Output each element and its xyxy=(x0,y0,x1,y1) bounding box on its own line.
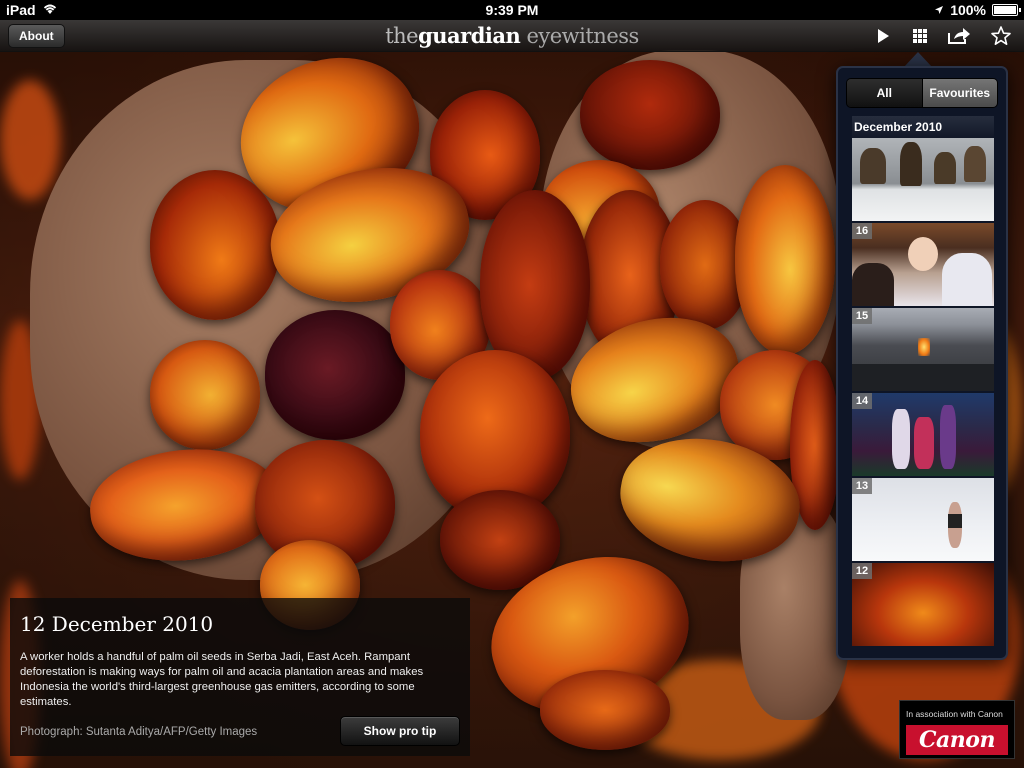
status-bar: iPad 9:39 PM 100% xyxy=(0,0,1024,20)
show-pro-tip-button[interactable]: Show pro tip xyxy=(340,716,460,746)
thumbnail-list[interactable]: 16 15 14 13 12 11 xyxy=(852,138,994,646)
thumbnail[interactable]: 16 xyxy=(852,223,994,306)
sponsor-association-text: In association with Canon xyxy=(906,709,1003,719)
clock: 9:39 PM xyxy=(485,2,539,18)
thumbnail[interactable] xyxy=(852,138,994,221)
filter-segmented-control: All Favourites xyxy=(846,78,998,108)
thumbnail[interactable]: 14 xyxy=(852,393,994,476)
month-header: December 2010 xyxy=(852,116,994,138)
gallery-popover: All Favourites December 2010 16 15 14 13… xyxy=(836,66,1008,660)
battery-icon xyxy=(992,4,1021,16)
sponsor-badge[interactable]: In association with Canon Canon xyxy=(899,700,1015,759)
caption-date: 12 December 2010 xyxy=(20,612,214,636)
thumbnail[interactable]: 13 xyxy=(852,478,994,561)
thumbnail[interactable]: 15 xyxy=(852,308,994,391)
star-icon[interactable] xyxy=(988,25,1014,47)
battery-percent: 100% xyxy=(950,2,986,18)
battery-level xyxy=(994,6,1016,14)
photo-credit: Photograph: Sutanta Aditya/AFP/Getty Ima… xyxy=(20,726,258,738)
segment-favourites[interactable]: Favourites xyxy=(921,79,997,107)
canon-logo: Canon xyxy=(906,725,1008,755)
popover-arrow xyxy=(904,52,932,67)
grid-icon[interactable] xyxy=(907,25,933,47)
thumbnail[interactable]: 12 xyxy=(852,563,994,646)
caption-panel: 12 December 2010 A worker holds a handfu… xyxy=(10,598,470,756)
play-icon[interactable] xyxy=(870,25,896,47)
location-arrow-icon xyxy=(934,2,944,18)
caption-text: A worker holds a handful of palm oil see… xyxy=(20,651,424,708)
segment-all[interactable]: All xyxy=(847,79,922,107)
navigation-bar: About theguardian eyewitness xyxy=(0,20,1024,52)
share-icon[interactable] xyxy=(946,25,972,47)
